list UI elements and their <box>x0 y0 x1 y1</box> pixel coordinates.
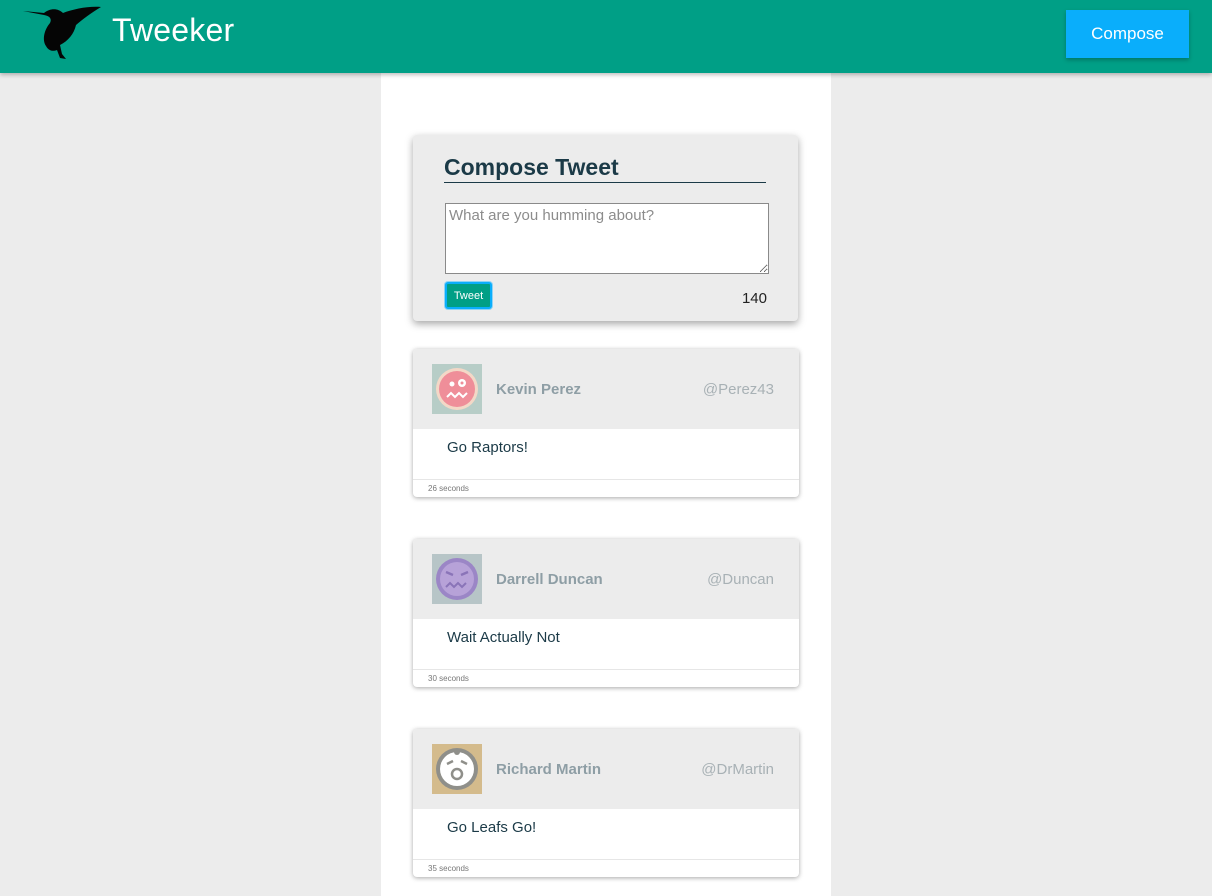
purple-face-avatar-icon <box>432 554 482 604</box>
character-counter: 140 <box>741 290 767 307</box>
tweet-author-name[interactable]: Kevin Perez <box>496 381 581 398</box>
compose-title: Compose Tweet <box>444 152 766 183</box>
tweet-author-handle[interactable]: @Perez43 <box>703 381 774 398</box>
compose-nav-button[interactable]: Compose <box>1066 10 1189 58</box>
tweet-timestamp: 35 seconds <box>428 864 469 873</box>
tweet-text: Go Raptors! <box>447 439 528 456</box>
tweet-author-handle[interactable]: @DrMartin <box>701 761 774 778</box>
tweet-header: Richard Martin @DrMartin <box>413 729 799 809</box>
tweet-footer: 26 seconds <box>413 479 799 497</box>
gray-face-avatar-icon <box>432 744 482 794</box>
tweet-card: Kevin Perez @Perez43 Go Raptors! 26 seco… <box>413 349 799 497</box>
tweet-input[interactable] <box>445 203 769 274</box>
tweet-header: Darrell Duncan @Duncan <box>413 539 799 619</box>
tweet-footer: 35 seconds <box>413 859 799 877</box>
tweet-text: Wait Actually Not <box>447 629 560 646</box>
tweet-header: Kevin Perez @Perez43 <box>413 349 799 429</box>
tweet-author-name[interactable]: Darrell Duncan <box>496 571 603 588</box>
top-nav-bar: Tweeker Compose <box>0 0 1212 73</box>
pink-face-avatar-icon <box>432 364 482 414</box>
hummingbird-icon <box>23 6 101 60</box>
tweet-timestamp: 30 seconds <box>428 674 469 683</box>
tweet-submit-button[interactable]: Tweet <box>445 282 492 309</box>
tweet-card: Richard Martin @DrMartin Go Leafs Go! 35… <box>413 729 799 877</box>
feed-column: Compose Tweet Tweet 140 Kevin Perez @Per… <box>381 73 831 896</box>
app-brand[interactable]: Tweeker <box>112 12 234 49</box>
tweet-author-name[interactable]: Richard Martin <box>496 761 601 778</box>
tweet-footer: 30 seconds <box>413 669 799 687</box>
tweet-text: Go Leafs Go! <box>447 819 537 836</box>
tweet-timestamp: 26 seconds <box>428 484 469 493</box>
compose-tweet-card: Compose Tweet Tweet 140 <box>413 135 798 321</box>
tweet-author-handle[interactable]: @Duncan <box>707 571 774 588</box>
tweet-card: Darrell Duncan @Duncan Wait Actually Not… <box>413 539 799 687</box>
